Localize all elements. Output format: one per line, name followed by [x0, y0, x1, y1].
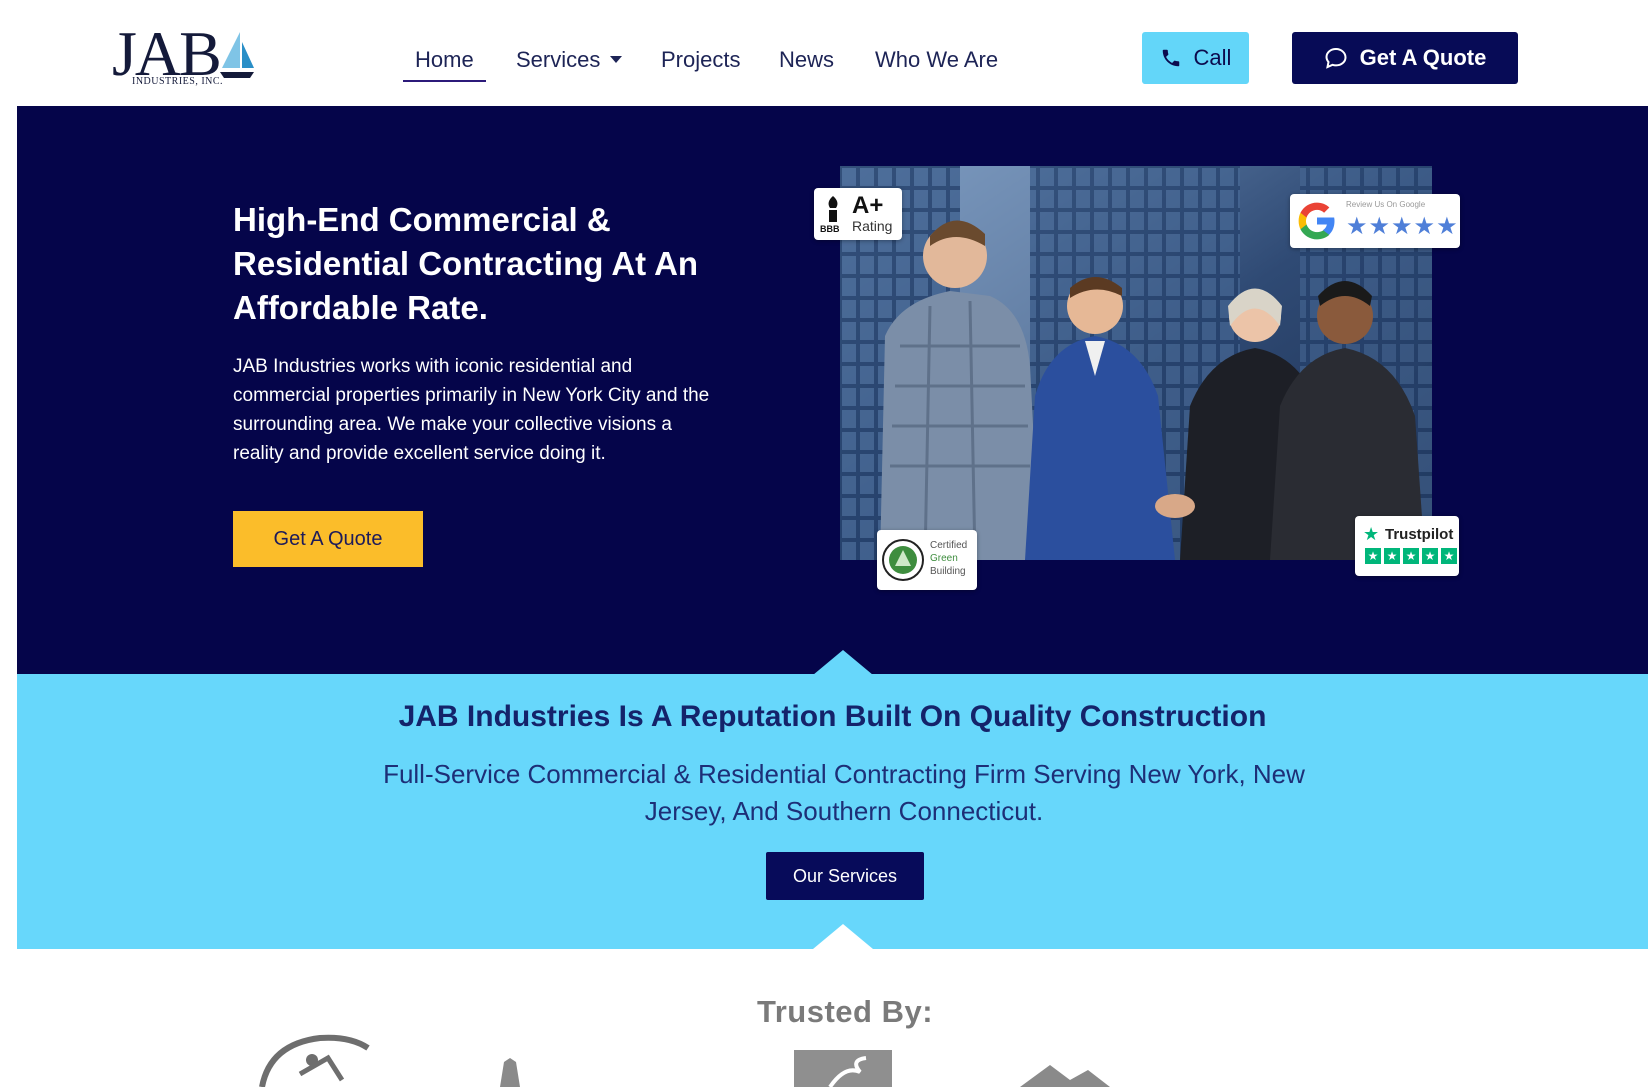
- band-notch-bottom: [813, 924, 873, 949]
- band-subtitle: Full-Service Commercial & Residential Co…: [383, 759, 1305, 826]
- bbb-grade: A+: [852, 192, 884, 219]
- get-quote-header-button[interactable]: Get A Quote: [1292, 32, 1518, 84]
- nav-projects-label: Projects: [661, 47, 741, 72]
- client-logo-1: [259, 1034, 370, 1087]
- phone-icon: [1162, 49, 1179, 67]
- green-line2: Green: [930, 553, 958, 564]
- trustpilot-star-icon: ★: [1363, 524, 1380, 544]
- site-header: JAB INDUSTRIES, INC. Home Services Proje…: [0, 0, 1648, 106]
- google-g-icon: [1298, 202, 1335, 240]
- jab-logo[interactable]: JAB INDUSTRIES, INC.: [112, 22, 262, 92]
- hero-section: High-End Commercial & Residential Contra…: [17, 106, 1648, 674]
- get-quote-header-label: Get A Quote: [1359, 45, 1487, 70]
- client-logo-2: [500, 1058, 520, 1087]
- trusted-by-heading: Trusted By:: [756, 994, 934, 1029]
- chat-bubble-icon: [1325, 47, 1347, 69]
- leed-seal-icon: [882, 539, 924, 581]
- nav-services-label: Services: [516, 47, 601, 72]
- band-title: JAB Industries Is A Reputation Built On …: [398, 700, 1267, 733]
- client-logo-3: [794, 1050, 892, 1087]
- green-building-badge: Certified Green Building: [877, 530, 977, 590]
- nav-services[interactable]: Services: [516, 42, 623, 78]
- trustpilot-badge: ★ Trustpilot ★ ★ ★ ★ ★: [1355, 516, 1459, 576]
- hero-title: High-End Commercial & Residential Contra…: [233, 201, 699, 326]
- client-logo-4: [1020, 1065, 1110, 1087]
- chevron-down-icon: [610, 55, 623, 63]
- trustpilot-label: Trustpilot: [1385, 526, 1454, 543]
- hero-description: JAB Industries works with iconic residen…: [233, 356, 710, 464]
- nav-home-label: Home: [415, 47, 474, 72]
- bbb-rating-badge: BBB A+ Rating: [814, 188, 902, 240]
- bbb-mark: BBB: [820, 224, 840, 234]
- nav-who-we-are[interactable]: Who We Are: [875, 42, 998, 78]
- sail-icon: [220, 32, 254, 78]
- trustpilot-stars: ★ ★ ★ ★ ★: [1365, 548, 1457, 564]
- get-quote-hero-button[interactable]: Get A Quote: [233, 511, 423, 567]
- google-review-badge: Review Us On Google ★★★★★: [1290, 194, 1460, 248]
- our-services-button[interactable]: Our Services: [766, 852, 924, 900]
- nav-news[interactable]: News: [779, 42, 834, 78]
- logo-subtext: INDUSTRIES, INC.: [132, 76, 224, 87]
- nav-news-label: News: [779, 47, 835, 72]
- nav-home[interactable]: Home: [403, 42, 486, 82]
- google-stars: ★★★★★: [1346, 213, 1459, 240]
- green-line1: Certified: [930, 540, 968, 551]
- nav-projects[interactable]: Projects: [661, 42, 740, 78]
- call-button-label: Call: [1193, 45, 1232, 70]
- google-review-caption: Review Us On Google: [1346, 200, 1426, 209]
- nav-who-we-are-label: Who We Are: [875, 47, 999, 72]
- green-line3: Building: [930, 566, 966, 577]
- band-notch-top: [813, 650, 873, 675]
- our-services-label: Our Services: [792, 865, 898, 886]
- bbb-label: Rating: [852, 218, 893, 234]
- call-button[interactable]: Call: [1142, 32, 1249, 84]
- client-logos-row: [0, 1030, 1648, 1087]
- get-quote-hero-label: Get A Quote: [273, 527, 383, 550]
